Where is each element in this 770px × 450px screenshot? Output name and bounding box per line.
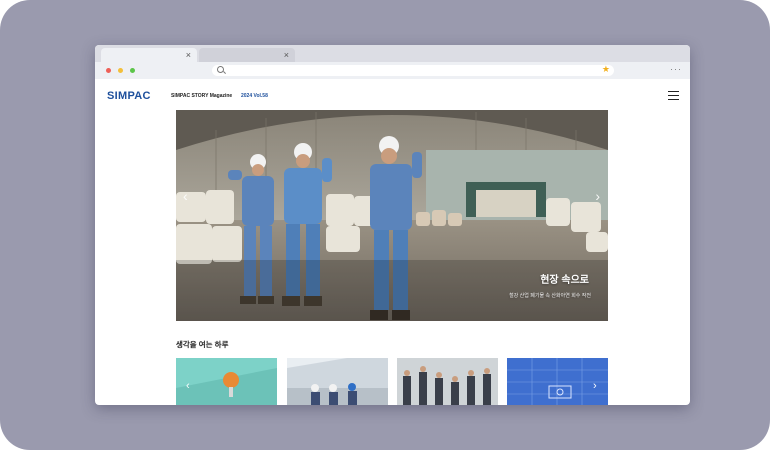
address-bar[interactable]: ★: [212, 64, 614, 76]
tab-strip: × ×: [95, 45, 690, 62]
article-card[interactable]: [176, 358, 277, 405]
browser-tab-inactive[interactable]: ×: [199, 48, 295, 62]
card-thumbnail: [397, 358, 498, 405]
search-icon: [217, 66, 224, 73]
site-header: SIMPAC SIMPAC STORY Magazine 2024 Vol.58: [95, 79, 690, 109]
browser-menu-icon[interactable]: ···: [670, 64, 682, 74]
site-logo[interactable]: SIMPAC: [107, 90, 151, 102]
card-carousel: ‹ ›: [176, 358, 608, 405]
hero-subtitle: 철강 산업 폐기물 속 산화아연 회수 작전: [509, 293, 591, 299]
window-close-button[interactable]: [106, 68, 111, 73]
hero-next-arrow-icon[interactable]: ›: [595, 188, 600, 204]
browser-toolbar: ★ ···: [95, 62, 690, 79]
magazine-volume: 2024 Vol.58: [241, 93, 268, 99]
bookmark-star-icon[interactable]: ★: [602, 64, 610, 75]
tab-close-icon[interactable]: ×: [284, 48, 289, 62]
tab-close-icon[interactable]: ×: [186, 48, 191, 62]
window-maximize-button[interactable]: [130, 68, 135, 73]
hero-title: 현장 속으로: [540, 275, 589, 286]
card-thumbnail: [176, 358, 277, 405]
hero-prev-arrow-icon[interactable]: ‹: [183, 188, 188, 204]
hero-photo: [176, 110, 608, 321]
window-minimize-button[interactable]: [118, 68, 123, 73]
card-thumbnail: [287, 358, 388, 405]
browser-window: × × ★ ··· SIMPAC SIMPAC STORY Magazine 2…: [95, 45, 690, 405]
cards-prev-arrow-icon[interactable]: ‹: [186, 380, 190, 392]
cards-next-arrow-icon[interactable]: ›: [593, 380, 597, 392]
hamburger-menu-icon[interactable]: [668, 91, 679, 101]
hero-banner[interactable]: ‹ › 현장 속으로 철강 산업 폐기물 속 산화아연 회수 작전: [176, 110, 608, 321]
article-card[interactable]: [287, 358, 388, 405]
section-title: 생각을 여는 하루: [176, 340, 229, 349]
magazine-title: SIMPAC STORY Magazine: [171, 93, 233, 99]
article-card[interactable]: [397, 358, 498, 405]
browser-tab-active[interactable]: ×: [101, 48, 197, 62]
